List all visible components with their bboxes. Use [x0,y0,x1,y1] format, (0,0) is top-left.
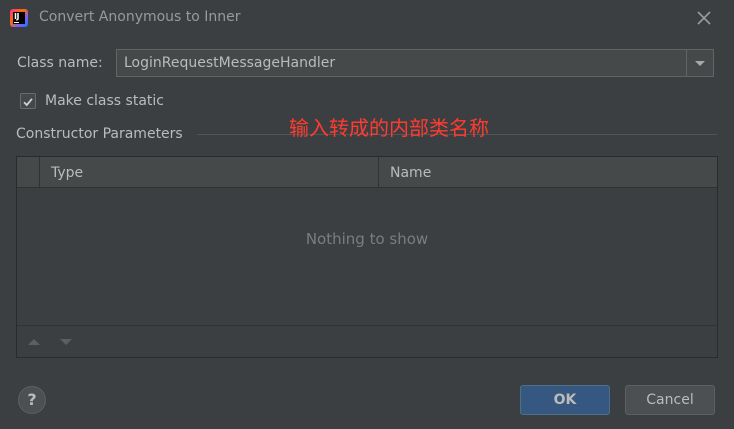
constructor-parameters-table[interactable]: Type Name Nothing to show [16,156,718,358]
class-name-input[interactable] [117,50,686,76]
column-header-name[interactable]: Name [379,157,717,187]
close-button[interactable] [694,8,714,28]
convert-anonymous-dialog: IJ Convert Anonymous to Inner Class name… [0,0,734,429]
title-bar[interactable]: IJ Convert Anonymous to Inner [0,0,734,36]
window-title: Convert Anonymous to Inner [39,9,241,25]
class-name-dropdown-button[interactable] [686,50,713,76]
make-static-checkbox[interactable] [20,93,36,109]
ok-button[interactable]: OK [520,385,610,415]
app-icon-letters: IJ [14,12,19,21]
move-down-icon [60,339,72,345]
column-header-name-label: Name [390,165,432,181]
class-name-label: Class name: [17,55,103,71]
close-icon [697,11,711,25]
chevron-down-icon [695,61,705,66]
cancel-button[interactable]: Cancel [625,385,715,415]
column-header-select[interactable] [17,157,40,187]
move-up-button[interactable] [26,334,42,350]
intellij-idea-icon: IJ [10,9,28,27]
help-button[interactable]: ? [18,386,46,414]
checkmark-icon [23,98,33,107]
class-name-combobox[interactable] [116,49,714,77]
constructor-parameters-title: Constructor Parameters [16,126,183,142]
table-toolbar [17,325,717,357]
column-header-type[interactable]: Type [40,157,379,187]
empty-table-message: Nothing to show [305,230,429,248]
make-static-label[interactable]: Make class static [45,93,164,109]
red-annotation-text: 输入转成的内部类名称 [289,116,489,140]
table-header: Type Name [17,157,717,188]
move-down-button[interactable] [58,334,74,350]
column-header-type-label: Type [51,165,84,181]
move-up-icon [28,339,40,345]
